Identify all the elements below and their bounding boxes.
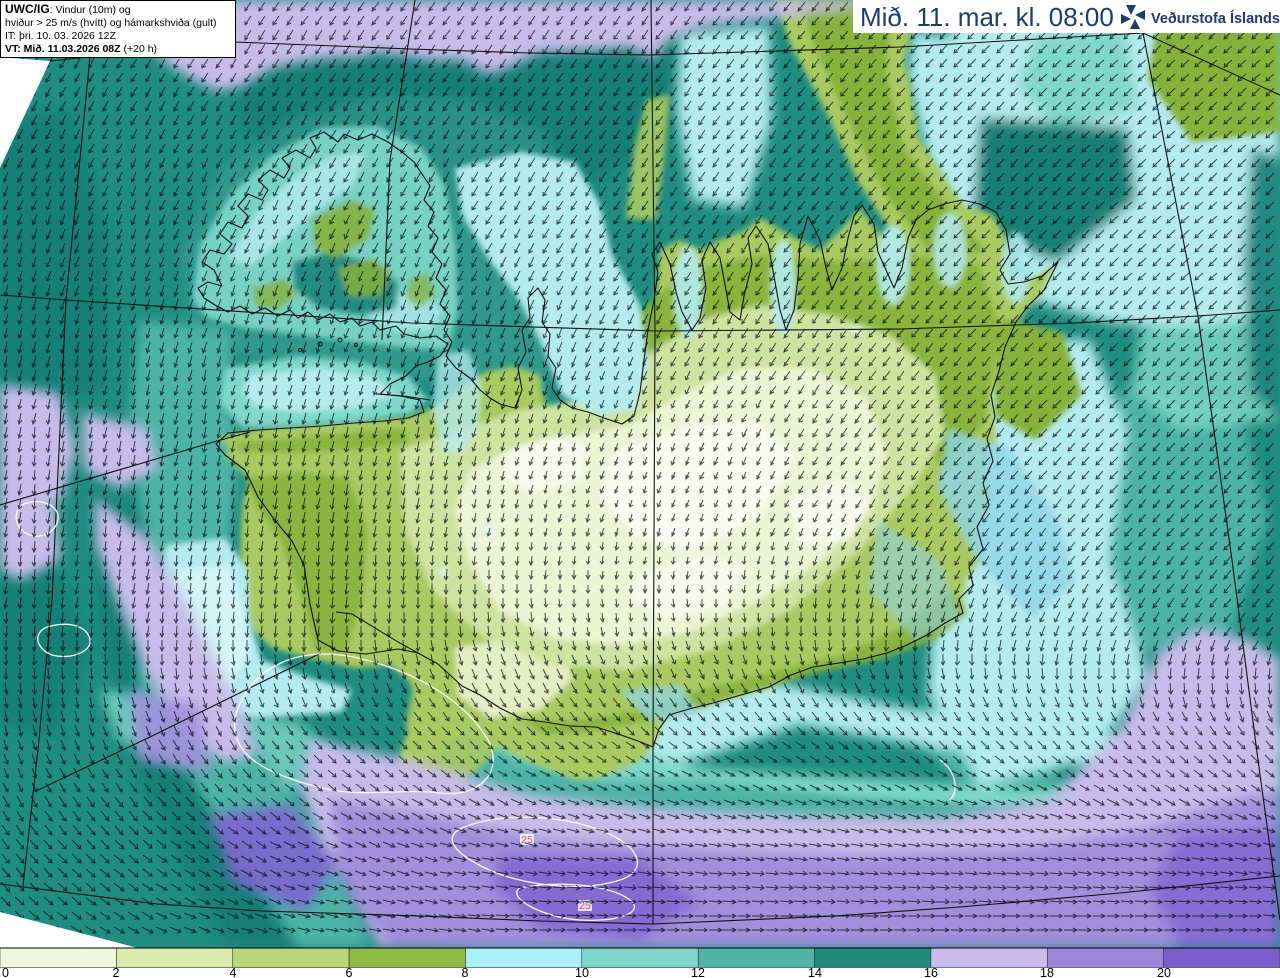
svg-text:20: 20 bbox=[1157, 966, 1171, 978]
svg-text:Veðurstofa Íslands: Veðurstofa Íslands bbox=[1151, 10, 1280, 27]
svg-text:14: 14 bbox=[808, 966, 822, 978]
svg-text:UWC/IG: Vindur (10m) og: UWC/IG: Vindur (10m) og bbox=[5, 2, 131, 16]
svg-text:16: 16 bbox=[924, 966, 938, 978]
svg-text:2: 2 bbox=[113, 966, 120, 978]
svg-text:6: 6 bbox=[346, 966, 353, 978]
svg-text:VT: Mið. 11.03.2026 08Z (+20 h: VT: Mið. 11.03.2026 08Z (+20 h) bbox=[5, 43, 157, 55]
svg-text:10: 10 bbox=[575, 966, 589, 978]
svg-text:IT: þri. 10. 03. 2026 12Z: IT: þri. 10. 03. 2026 12Z bbox=[5, 30, 116, 42]
svg-text:18: 18 bbox=[1040, 966, 1054, 978]
svg-text:12: 12 bbox=[691, 966, 705, 978]
svg-text:hviður > 25 m/s (hvítt) og hám: hviður > 25 m/s (hvítt) og hámarkshviða … bbox=[5, 17, 217, 29]
svg-text:8: 8 bbox=[462, 966, 469, 978]
svg-text:0: 0 bbox=[2, 966, 9, 978]
svg-text:4: 4 bbox=[230, 966, 237, 978]
svg-text:Mið. 11. mar. kl. 08:00: Mið. 11. mar. kl. 08:00 bbox=[860, 2, 1114, 32]
